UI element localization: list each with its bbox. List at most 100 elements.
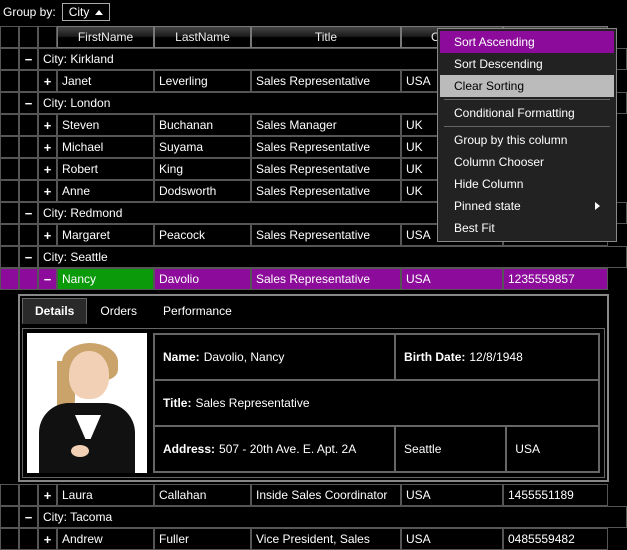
row-indicator	[0, 528, 19, 550]
row-indicator	[0, 246, 19, 268]
cell-firstname[interactable]: Anne	[57, 180, 154, 202]
cell-firstname[interactable]: Robert	[57, 158, 154, 180]
cell-title[interactable]: Sales Representative	[251, 136, 401, 158]
ctx-pinned-state[interactable]: Pinned state	[440, 195, 614, 217]
separator	[444, 126, 610, 127]
cell-title[interactable]: Sales Representative	[251, 158, 401, 180]
cell-firstname[interactable]: Margaret	[57, 224, 154, 246]
cell-country[interactable]: USA	[401, 484, 503, 506]
row-indicator	[0, 48, 19, 70]
cell-lastname[interactable]: Davolio	[154, 268, 251, 290]
detail-name: Name:Davolio, Nancy	[154, 334, 395, 380]
cell-title[interactable]: Sales Representative	[251, 224, 401, 246]
plus-icon: +	[39, 489, 56, 502]
row-expander[interactable]: +	[38, 528, 57, 550]
plus-icon: +	[39, 163, 56, 176]
cell-phone[interactable]: 1455551189	[503, 484, 608, 506]
expander-header-2	[38, 26, 57, 48]
tab-orders[interactable]: Orders	[87, 298, 150, 324]
address-label: Address:	[163, 442, 215, 456]
ctx-hide-column[interactable]: Hide Column	[440, 173, 614, 195]
row-expander[interactable]: +	[38, 180, 57, 202]
employee-photo	[27, 333, 147, 473]
cell-lastname[interactable]: Dodsworth	[154, 180, 251, 202]
cell-title[interactable]: Inside Sales Coordinator	[251, 484, 401, 506]
cell-country[interactable]: USA	[401, 268, 503, 290]
spacer	[19, 224, 38, 246]
row-expander[interactable]: +	[38, 224, 57, 246]
cell-firstname[interactable]: Janet	[57, 70, 154, 92]
title-value: Sales Representative	[195, 396, 309, 410]
detail-city: Seattle	[395, 426, 506, 472]
ctx-group-by-column[interactable]: Group by this column	[440, 129, 614, 151]
cell-lastname[interactable]: Peacock	[154, 224, 251, 246]
plus-icon: +	[39, 119, 56, 132]
group-expander[interactable]: −	[19, 246, 38, 268]
group-header-tacoma[interactable]: City: Tacoma	[38, 506, 627, 528]
ctx-clear-sorting[interactable]: Clear Sorting	[440, 75, 614, 97]
cell-firstname[interactable]: Andrew	[57, 528, 154, 550]
minus-icon: −	[20, 53, 37, 66]
cell-title[interactable]: Sales Representative	[251, 180, 401, 202]
ctx-best-fit[interactable]: Best Fit	[440, 217, 614, 239]
separator	[444, 99, 610, 100]
cell-title[interactable]: Sales Representative	[251, 70, 401, 92]
row-indicator	[0, 202, 19, 224]
ctx-conditional-formatting[interactable]: Conditional Formatting	[440, 102, 614, 124]
row-expander[interactable]: +	[38, 484, 57, 506]
cell-firstname[interactable]: Michael	[57, 136, 154, 158]
row-indicator	[0, 158, 19, 180]
ctx-column-chooser[interactable]: Column Chooser	[440, 151, 614, 173]
cell-lastname[interactable]: Fuller	[154, 528, 251, 550]
cell-title[interactable]: Sales Manager	[251, 114, 401, 136]
tab-performance[interactable]: Performance	[150, 298, 245, 324]
column-header-title[interactable]: Title	[251, 26, 401, 48]
birthdate-value: 12/8/1948	[469, 350, 522, 364]
cell-country[interactable]: USA	[401, 528, 503, 550]
group-expander[interactable]: −	[19, 48, 38, 70]
cell-firstname[interactable]: Steven	[57, 114, 154, 136]
cell-phone[interactable]: 0485559482	[503, 528, 608, 550]
cell-title[interactable]: Vice President, Sales	[251, 528, 401, 550]
minus-icon: −	[20, 511, 37, 524]
detail-panel: Details Orders Performance Name:Davolio,…	[18, 294, 609, 482]
group-expander[interactable]: −	[19, 506, 38, 528]
cell-lastname[interactable]: King	[154, 158, 251, 180]
cell-firstname[interactable]: Nancy	[57, 268, 154, 290]
detail-title: Title: Sales Representative	[154, 380, 599, 426]
row-indicator-selected	[0, 268, 19, 290]
cell-lastname[interactable]: Suyama	[154, 136, 251, 158]
row-expander[interactable]: +	[38, 158, 57, 180]
tab-details[interactable]: Details	[22, 298, 87, 324]
cell-phone[interactable]: 1235559857	[503, 268, 608, 290]
title-label: Title:	[163, 396, 191, 410]
cell-lastname[interactable]: Callahan	[154, 484, 251, 506]
row-expander[interactable]: +	[38, 70, 57, 92]
submenu-arrow-icon	[595, 202, 600, 210]
groupby-label: Group by:	[3, 5, 56, 19]
row-expander[interactable]: +	[38, 136, 57, 158]
row-indicator	[0, 136, 19, 158]
name-value: Davolio, Nancy	[204, 350, 285, 364]
column-header-firstname[interactable]: FirstName	[57, 26, 154, 48]
cell-title[interactable]: Sales Representative	[251, 268, 401, 290]
row-indicator	[0, 484, 19, 506]
row-expander[interactable]: +	[38, 114, 57, 136]
cell-firstname[interactable]: Laura	[57, 484, 154, 506]
cell-lastname[interactable]: Buchanan	[154, 114, 251, 136]
plus-icon: +	[39, 141, 56, 154]
birthdate-label: Birth Date:	[404, 350, 465, 364]
row-expander[interactable]: −	[38, 268, 57, 290]
groupby-select[interactable]: City	[62, 3, 111, 21]
group-expander[interactable]: −	[19, 92, 38, 114]
ctx-sort-ascending[interactable]: Sort Ascending	[440, 31, 614, 53]
group-header-seattle[interactable]: City: Seattle	[38, 246, 627, 268]
minus-icon: −	[39, 273, 56, 286]
cell-lastname[interactable]: Leverling	[154, 70, 251, 92]
column-header-lastname[interactable]: LastName	[154, 26, 251, 48]
address-value: 507 - 20th Ave. E. Apt. 2A	[219, 442, 356, 456]
spacer	[19, 136, 38, 158]
group-expander[interactable]: −	[19, 202, 38, 224]
ctx-sort-descending[interactable]: Sort Descending	[440, 53, 614, 75]
expander-header-1	[19, 26, 38, 48]
